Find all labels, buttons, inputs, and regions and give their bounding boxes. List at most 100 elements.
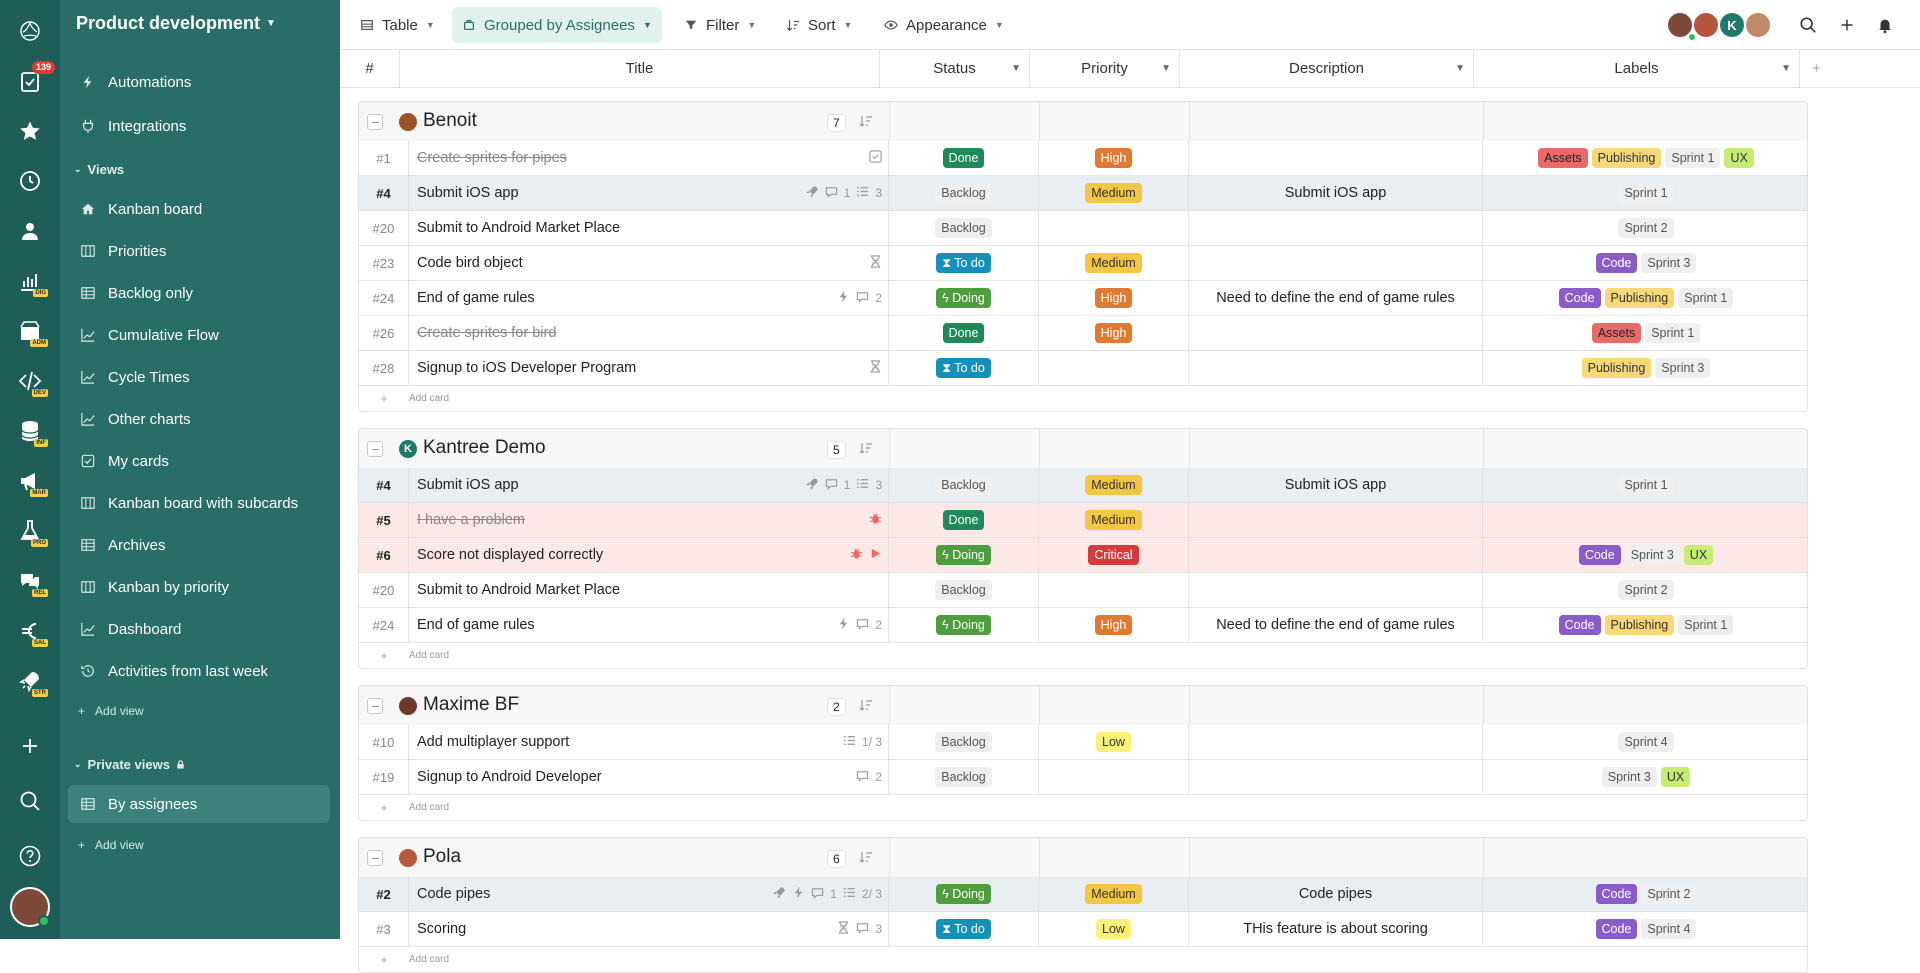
status-badge[interactable]: Backlog — [935, 580, 992, 600]
status-badge[interactable]: ϟ Doing — [936, 615, 991, 635]
status-cell[interactable]: ⧗ To do — [889, 246, 1039, 280]
card-title[interactable]: Code bird object — [409, 246, 889, 280]
priority-cell[interactable] — [1039, 211, 1189, 245]
add-card-button[interactable]: + Add card — [358, 386, 1808, 412]
col-header-description[interactable]: Description ▼ — [1180, 50, 1474, 88]
status-cell[interactable]: Backlog — [889, 176, 1039, 210]
table-row[interactable]: #20 Submit to Android Market Place Backlog… — [358, 573, 1808, 608]
labels-cell[interactable]: Sprint 2 — [1483, 573, 1809, 607]
priority-badge[interactable]: High — [1094, 323, 1133, 343]
sidebar-item-kanban-by-priority[interactable]: Kanban by priority — [68, 568, 330, 606]
description-cell[interactable] — [1189, 351, 1483, 385]
status-cell[interactable]: ⧗ To do — [889, 912, 1039, 946]
table-row[interactable]: #10 Add multiplayer support 1/ 3 Backlog Low… — [358, 725, 1808, 760]
priority-cell[interactable] — [1039, 351, 1189, 385]
description-cell[interactable]: Submit iOS app — [1189, 176, 1483, 210]
user-avatar[interactable] — [10, 887, 50, 927]
priority-badge[interactable]: Medium — [1085, 475, 1142, 495]
priority-cell[interactable]: High — [1039, 281, 1189, 315]
priority-cell[interactable]: Medium — [1039, 503, 1189, 537]
card-number[interactable]: #20 — [359, 211, 409, 245]
workspace-title[interactable]: Product development ▼ — [76, 13, 276, 34]
status-badge[interactable]: Backlog — [935, 183, 992, 203]
table-view-button[interactable]: Table ▼ — [350, 7, 445, 43]
card-number[interactable]: #24 — [359, 281, 409, 315]
sidebar-item-dashboard[interactable]: Dashboard — [68, 610, 330, 648]
collapse-button[interactable] — [367, 698, 383, 714]
status-cell[interactable]: Done — [889, 141, 1039, 175]
card-number[interactable]: #4 — [359, 176, 409, 210]
status-cell[interactable]: ϟ Doing — [889, 281, 1039, 315]
card-number[interactable]: #26 — [359, 316, 409, 350]
card-number[interactable]: #19 — [359, 760, 409, 794]
status-badge[interactable]: Backlog — [935, 475, 992, 495]
table-row[interactable]: #26 Create sprites for bird Done High Assets… — [358, 316, 1808, 351]
table-row[interactable]: #23 Code bird object ⧗ To do Medium Code Spri… — [358, 246, 1808, 281]
priority-cell[interactable]: Low — [1039, 912, 1189, 946]
labels-cell[interactable] — [1483, 503, 1809, 537]
priority-badge[interactable]: Medium — [1085, 884, 1142, 904]
status-badge[interactable]: ⧗ To do — [936, 358, 991, 378]
labels-cell[interactable]: Code Sprint 2 — [1483, 877, 1809, 911]
group-by-button[interactable]: Grouped by Assignees ▼ — [452, 7, 662, 43]
rocket-icon[interactable]: STR — [12, 663, 48, 699]
labels-cell[interactable]: Code Publishing Sprint 1 — [1483, 608, 1809, 642]
search-icon[interactable] — [12, 783, 48, 819]
status-cell[interactable]: ϟ Doing — [889, 877, 1039, 911]
sidebar-item-integrations[interactable]: Integrations — [68, 107, 330, 145]
bell-icon[interactable] — [1874, 14, 1896, 36]
card-number[interactable]: #10 — [359, 725, 409, 759]
status-badge[interactable]: Backlog — [935, 218, 992, 238]
priority-badge[interactable]: Low — [1096, 732, 1131, 752]
status-cell[interactable]: Done — [889, 316, 1039, 350]
status-badge[interactable]: ϟ Doing — [936, 545, 991, 565]
views-section-header[interactable]: ⌄ Views — [74, 162, 124, 177]
description-cell[interactable]: Need to define the end of game rules — [1189, 281, 1483, 315]
chevron-down-icon[interactable]: ▼ — [1455, 63, 1465, 74]
plus-icon[interactable] — [12, 728, 48, 764]
chart-icon[interactable]: DIG — [12, 263, 48, 299]
card-title[interactable]: Submit to Android Market Place — [409, 573, 889, 607]
status-badge[interactable]: ⧗ To do — [936, 919, 991, 939]
card-title[interactable]: Code pipes 1 2/ 3 — [409, 877, 889, 911]
sidebar-item-automations[interactable]: Automations — [68, 63, 330, 101]
priority-badge[interactable]: High — [1094, 288, 1133, 308]
card-title[interactable]: Add multiplayer support 1/ 3 — [409, 725, 889, 759]
search-icon[interactable] — [1797, 14, 1819, 36]
col-header-priority[interactable]: Priority ▼ — [1030, 50, 1180, 88]
card-title[interactable]: Score not displayed correctly — [409, 538, 889, 572]
database-icon[interactable]: INF — [12, 413, 48, 449]
sort-icon[interactable] — [859, 441, 873, 458]
add-card-button[interactable]: + Add card — [358, 643, 1808, 669]
table-row[interactable]: #1 Create sprites for pipes Done High Assets… — [358, 141, 1808, 176]
priority-badge[interactable]: High — [1094, 148, 1133, 168]
card-number[interactable]: #2 — [359, 877, 409, 911]
card-title[interactable]: Signup to iOS Developer Program — [409, 351, 889, 385]
sidebar-item-by-assignees[interactable]: By assignees — [68, 785, 330, 823]
card-title[interactable]: Scoring 3 — [409, 912, 889, 946]
sidebar-item-priorities[interactable]: Priorities — [68, 232, 330, 270]
help-icon[interactable] — [12, 838, 48, 874]
table-row[interactable]: #2 Code pipes 1 2/ 3 ϟ Doing Medium Code pipes… — [358, 877, 1808, 912]
card-title[interactable]: Create sprites for pipes — [409, 141, 889, 175]
card-title[interactable]: Create sprites for bird — [409, 316, 889, 350]
sidebar-item-kanban-board[interactable]: Kanban board — [68, 190, 330, 228]
description-cell[interactable] — [1189, 141, 1483, 175]
megaphone-icon[interactable]: MAR — [12, 463, 48, 499]
status-cell[interactable]: Backlog — [889, 211, 1039, 245]
sidebar-item-cumulative-flow[interactable]: Cumulative Flow — [68, 316, 330, 354]
labels-cell[interactable]: Sprint 2 — [1483, 211, 1809, 245]
description-cell[interactable] — [1189, 573, 1483, 607]
chevron-down-icon[interactable]: ▼ — [1781, 63, 1791, 74]
status-cell[interactable]: Backlog — [889, 760, 1039, 794]
euro-icon[interactable]: SAL — [12, 613, 48, 649]
table-row[interactable]: #4 Submit iOS app 1 3 Backlog Medium Submit iO… — [358, 468, 1808, 503]
priority-cell[interactable]: Medium — [1039, 176, 1189, 210]
card-number[interactable]: #20 — [359, 573, 409, 607]
col-header-title[interactable]: Title — [400, 50, 880, 88]
card-number[interactable]: #4 — [359, 468, 409, 502]
card-number[interactable]: #24 — [359, 608, 409, 642]
priority-cell[interactable]: Critical — [1039, 538, 1189, 572]
add-view-button[interactable]: + Add view — [78, 704, 144, 718]
logo-icon[interactable] — [12, 13, 48, 49]
